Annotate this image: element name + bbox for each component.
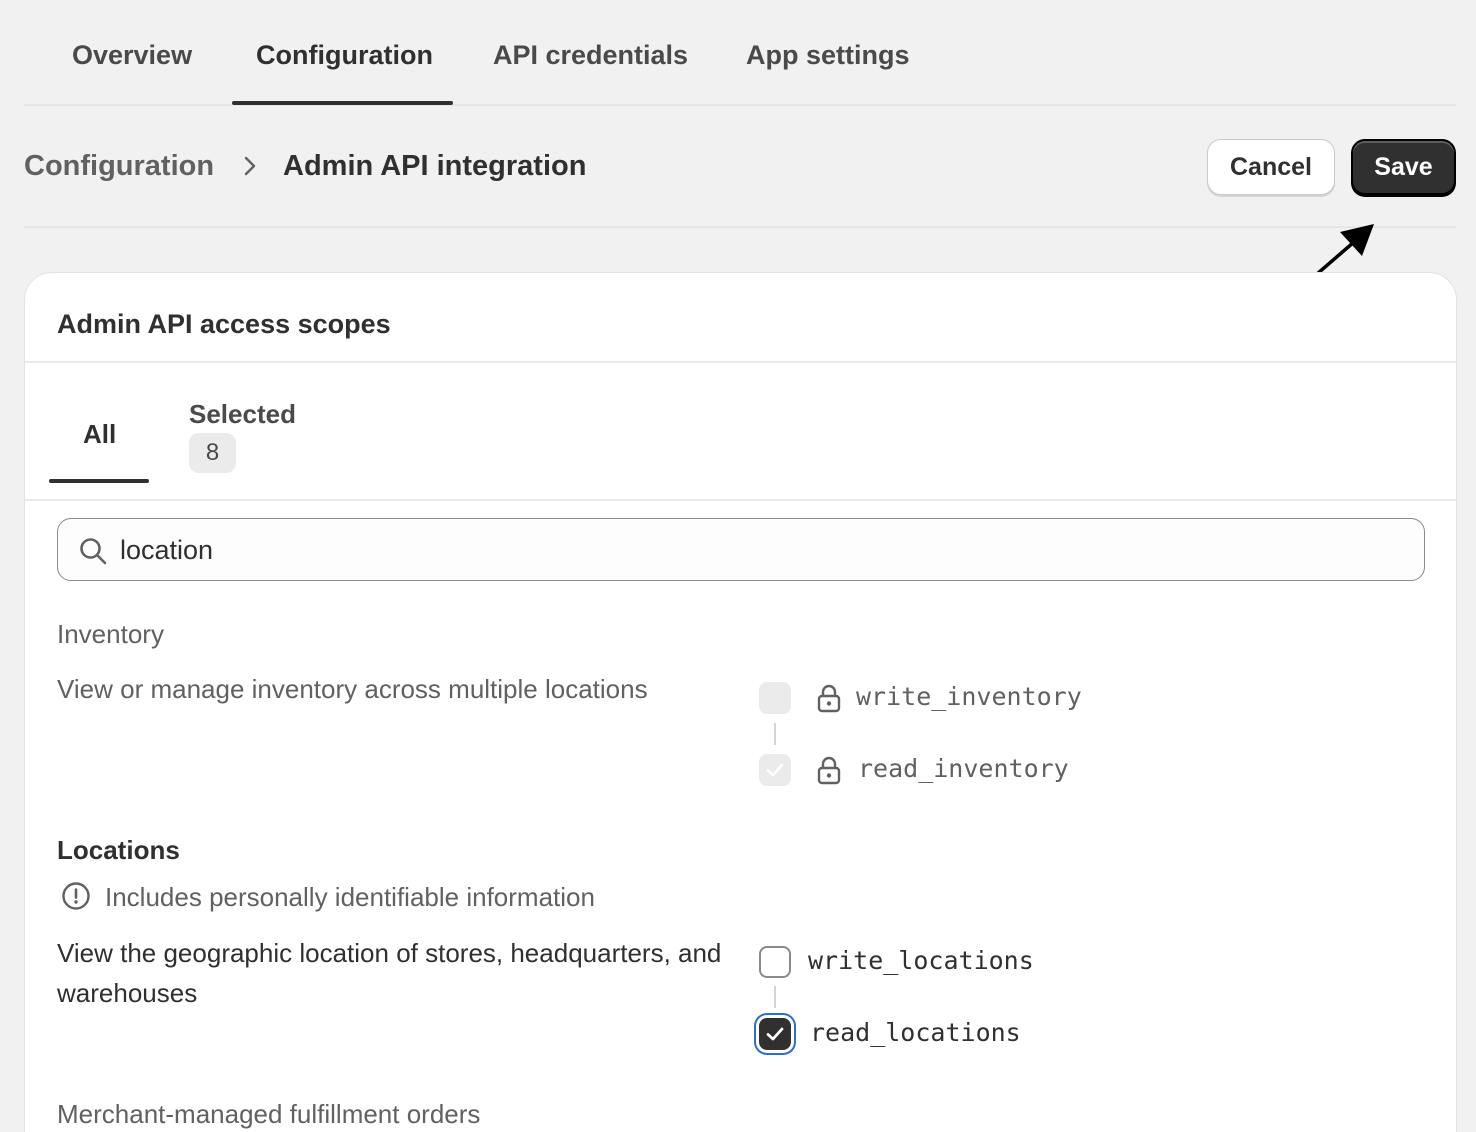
page-title: Admin API integration	[283, 150, 587, 182]
card-title: Admin API access scopes	[57, 309, 391, 339]
lock-icon	[817, 684, 841, 713]
group-title-inventory: Inventory	[57, 619, 164, 649]
checkbox-read-inventory[interactable]	[759, 754, 791, 786]
chevron-right-icon	[244, 156, 256, 176]
lock-icon	[817, 756, 841, 785]
tab-api-credentials[interactable]: API credentials	[493, 40, 688, 71]
search-field[interactable]	[57, 518, 1425, 581]
selected-count-badge: 8	[189, 433, 236, 473]
scope-write-inventory: write_inventory	[856, 682, 1082, 711]
tab-all-label: All	[83, 419, 117, 449]
tab-overview[interactable]: Overview	[72, 40, 192, 71]
alert-circle-icon	[62, 882, 90, 910]
cancel-button[interactable]: Cancel	[1207, 139, 1335, 195]
search-icon	[80, 538, 107, 565]
checkbox-read-locations[interactable]	[759, 1018, 791, 1050]
tab-app-settings[interactable]: App settings	[746, 40, 910, 71]
active-tab-indicator	[232, 101, 453, 105]
card-divider	[25, 361, 1456, 363]
pii-notice-text: Includes personally identifiable informa…	[105, 882, 595, 912]
group-title-locations: Locations	[57, 835, 180, 865]
scope-read-locations: read_locations	[810, 1018, 1021, 1047]
group-description-inventory: View or manage inventory across multiple…	[57, 674, 648, 704]
page-header: Configuration Admin API integration Canc…	[24, 106, 1456, 228]
scope-connector	[774, 986, 776, 1008]
breadcrumb-configuration[interactable]: Configuration	[24, 150, 214, 183]
checkbox-write-inventory[interactable]	[759, 682, 791, 714]
group-title-merchant-fulfillment: Merchant-managed fulfillment orders	[57, 1099, 481, 1129]
top-tabs: Overview Configuration API credentials A…	[24, 0, 1456, 106]
tab-all-indicator	[49, 479, 149, 483]
tab-selected[interactable]: Selected 8	[189, 393, 319, 483]
scope-read-inventory: read_inventory	[858, 754, 1069, 783]
tab-all[interactable]: All	[49, 393, 149, 483]
checkmark-icon	[766, 763, 784, 777]
tab-configuration[interactable]: Configuration	[256, 40, 433, 71]
group-description-locations: View the geographic location of stores, …	[57, 938, 722, 1008]
scope-connector	[774, 723, 776, 745]
scope-write-locations: write_locations	[808, 946, 1034, 975]
save-button[interactable]: Save	[1351, 139, 1456, 195]
checkbox-write-locations[interactable]	[759, 946, 791, 978]
search-input[interactable]	[120, 529, 1400, 571]
checkmark-icon	[766, 1027, 784, 1041]
access-scopes-card: Admin API access scopes All Selected 8 I…	[24, 272, 1457, 1132]
tab-selected-label: Selected	[189, 399, 296, 429]
tabs-divider	[25, 499, 1456, 501]
